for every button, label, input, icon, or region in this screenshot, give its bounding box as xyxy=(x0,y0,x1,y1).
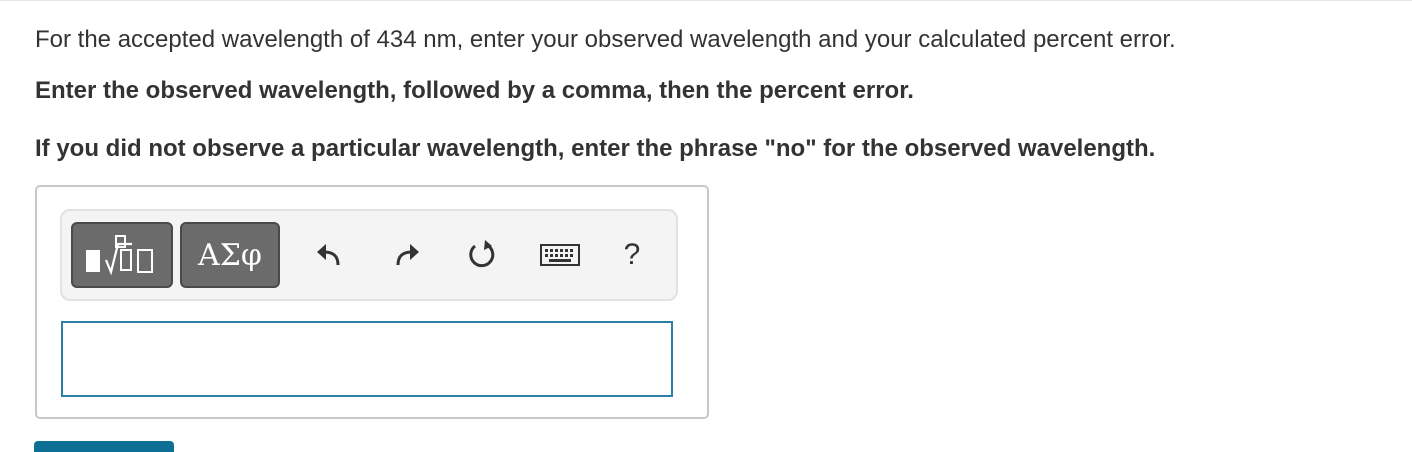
top-divider xyxy=(0,0,1412,1)
reset-icon xyxy=(469,240,495,268)
keyboard-icon xyxy=(540,244,580,266)
help-icon: ? xyxy=(623,238,641,271)
undo-icon xyxy=(317,244,340,266)
templates-button[interactable] xyxy=(71,222,173,288)
answer-panel: ΑΣφ ? xyxy=(35,185,709,419)
no-observation-instruction: If you did not observe a particular wave… xyxy=(35,135,1156,162)
question-prompt: For the accepted wavelength of 434 nm, e… xyxy=(35,26,1176,53)
submit-button[interactable] xyxy=(34,441,174,452)
undo-button[interactable] xyxy=(308,233,352,277)
greek-symbols-label: ΑΣφ xyxy=(198,237,262,273)
reset-button[interactable] xyxy=(460,233,504,277)
format-instruction: Enter the observed wavelength, followed … xyxy=(35,77,914,104)
keyboard-button[interactable] xyxy=(538,233,582,277)
templates-icon xyxy=(86,235,153,276)
help-button[interactable]: ? xyxy=(610,233,654,277)
greek-symbols-button[interactable]: ΑΣφ xyxy=(180,222,280,288)
math-toolbar: ΑΣφ ? xyxy=(60,209,678,301)
answer-input[interactable] xyxy=(61,321,673,397)
redo-button[interactable] xyxy=(384,233,428,277)
redo-icon xyxy=(396,244,419,266)
question-page: For the accepted wavelength of 434 nm, e… xyxy=(0,0,1412,452)
